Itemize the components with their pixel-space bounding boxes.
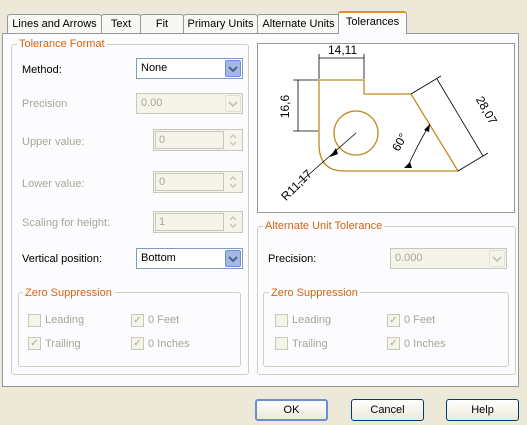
- precision-label: Precision: [22, 98, 68, 110]
- chevron-down-icon[interactable]: [489, 250, 505, 267]
- tab-text[interactable]: Text: [101, 14, 141, 33]
- spin-arrows-icon[interactable]: [225, 173, 241, 191]
- dim-top-text: 14,11: [328, 43, 358, 57]
- help-button[interactable]: Help: [446, 399, 519, 421]
- zero-suppression-left-group: [18, 292, 241, 367]
- zero-inches-right-label: 0 Inches: [404, 338, 446, 350]
- trailing-right-label: Trailing: [292, 338, 328, 350]
- lower-value-spinner[interactable]: 0: [153, 171, 243, 193]
- spin-arrows-icon[interactable]: [225, 213, 241, 231]
- precision-select[interactable]: 0.00: [136, 93, 243, 114]
- method-select[interactable]: None: [136, 58, 243, 79]
- method-value: None: [141, 62, 168, 74]
- tab-tolerances[interactable]: Tolerances: [338, 11, 407, 34]
- tab-lines-and-arrows[interactable]: Lines and Arrows: [7, 14, 102, 33]
- vertical-position-select[interactable]: Bottom: [136, 248, 243, 269]
- zero-suppression-right-title: Zero Suppression: [269, 287, 360, 299]
- chevron-down-icon[interactable]: [225, 250, 241, 267]
- vertical-position-value: Bottom: [141, 252, 176, 264]
- upper-value-label: Upper value:: [22, 136, 85, 148]
- upper-value-input[interactable]: 0: [155, 131, 224, 149]
- alt-precision-value: 0.000: [395, 252, 423, 264]
- trailing-right-checkbox[interactable]: [275, 337, 288, 350]
- zero-inches-right-checkbox[interactable]: ✓: [387, 337, 400, 350]
- dim-left-text: 16,6: [278, 94, 293, 119]
- ok-button[interactable]: OK: [255, 399, 328, 421]
- scaling-for-height-input[interactable]: 1: [155, 213, 224, 231]
- leading-left-label: Leading: [45, 314, 85, 326]
- zero-feet-right-checkbox[interactable]: ✓: [387, 314, 400, 327]
- tolerance-format-title: Tolerance Format: [17, 38, 107, 50]
- alt-precision-label: Precision:: [268, 253, 317, 265]
- leading-right-label: Leading: [292, 314, 332, 326]
- upper-value-spinner[interactable]: 0: [153, 129, 243, 151]
- tab-primary-units[interactable]: Primary Units: [183, 14, 258, 33]
- alternate-unit-tolerance-title: Alternate Unit Tolerance: [263, 220, 385, 232]
- cancel-button[interactable]: Cancel: [351, 399, 424, 421]
- zero-inches-left-label: 0 Inches: [148, 338, 190, 350]
- zero-feet-left-checkbox[interactable]: ✓: [131, 314, 144, 327]
- zero-inches-left-checkbox[interactable]: ✓: [131, 337, 144, 350]
- zero-feet-left-label: 0 Feet: [148, 314, 180, 326]
- dimension-preview: 14,11 16,6 28,07 60° R11,17: [257, 43, 515, 213]
- vertical-position-label: Vertical position:: [22, 253, 103, 265]
- chevron-down-icon[interactable]: [225, 60, 241, 77]
- tab-fit[interactable]: Fit: [140, 14, 184, 33]
- method-label: Method:: [22, 64, 62, 76]
- zero-suppression-left-title: Zero Suppression: [23, 287, 114, 299]
- trailing-left-checkbox[interactable]: ✓: [28, 337, 41, 350]
- chevron-down-icon[interactable]: [225, 95, 241, 112]
- leading-right-checkbox[interactable]: [275, 314, 288, 327]
- spin-arrows-icon[interactable]: [225, 131, 241, 149]
- scaling-for-height-label: Scaling for height:: [22, 217, 111, 229]
- zero-suppression-right-group: [263, 292, 509, 367]
- alt-precision-select[interactable]: 0.000: [390, 248, 507, 269]
- precision-value: 0.00: [141, 97, 163, 109]
- zero-feet-right-label: 0 Feet: [404, 314, 436, 326]
- leading-left-checkbox[interactable]: [28, 314, 41, 327]
- lower-value-input[interactable]: 0: [155, 173, 224, 191]
- trailing-left-label: Trailing: [45, 338, 81, 350]
- tab-alternate-units[interactable]: Alternate Units: [257, 14, 340, 33]
- scaling-for-height-spinner[interactable]: 1: [153, 211, 243, 233]
- lower-value-label: Lower value:: [22, 178, 85, 190]
